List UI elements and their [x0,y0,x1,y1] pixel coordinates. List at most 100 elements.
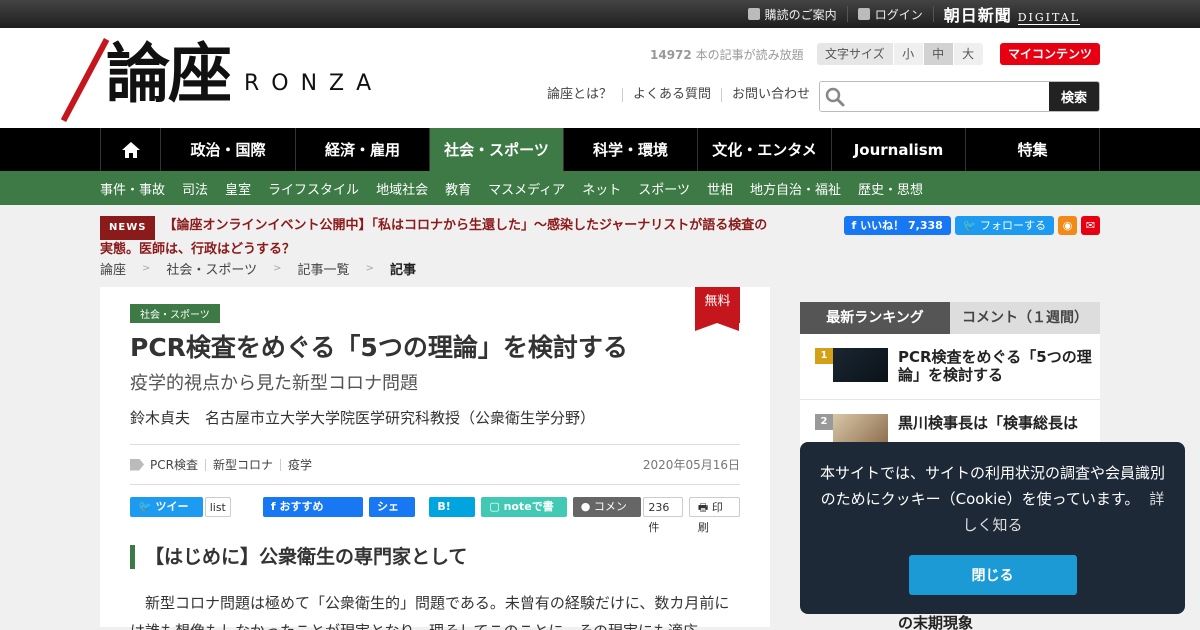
twitter-icon: 🐦 [962,219,980,232]
article-date: 2020年05月16日 [642,458,740,472]
login-link[interactable]: ログイン [848,6,934,22]
mail-icon[interactable]: ✉ [1081,216,1100,235]
nav-science[interactable]: 科学・環境 [564,128,698,171]
nav-special[interactable]: 特集 [966,128,1100,171]
twitter-icon: 🐦 [138,500,156,513]
faq-link[interactable]: よくある質問 [623,88,723,102]
nav-politics[interactable]: 政治・国際 [161,128,296,171]
facebook-like-button[interactable]: f いいね！ 7,338 [843,216,951,235]
tag-link[interactable]: PCR検査 [150,458,206,471]
ranking-title: 黒川検事長は「検事総長は [898,414,1079,432]
subscription-link[interactable]: 購読のご案内 [738,6,848,22]
nav-journalism[interactable]: Journalism [832,128,966,171]
news-bar: NEWS 【論座オンラインイベント公開中】「私はコロナから生還した」～感染したジャ… [100,205,1100,257]
read-count: 14972 本の記事が読み放題 [650,48,804,62]
facebook-share-button[interactable]: シェア [368,497,416,533]
subnav-item[interactable]: 地方自治・福祉 [750,179,841,198]
subnav-item[interactable]: 世相 [707,179,733,198]
tag-icon [130,458,144,471]
article-body: 新型コロナ問題は極めて「公衆衛生的」問題である。未曾有の経験だけに、数カ月前には… [130,594,730,630]
news-badge: NEWS [100,216,156,240]
about-link[interactable]: 論座とは？ [537,88,624,102]
font-size-small[interactable]: 小 [892,43,923,65]
chevron-right-icon: > [273,262,282,274]
home-icon [121,141,140,158]
facebook-icon: f [851,219,861,232]
facebook-recommend-button[interactable]: f おすすめ 7,011 [262,497,363,533]
category-badge[interactable]: 社会・スポーツ [130,304,220,323]
logo-slash-mark [60,38,110,123]
subnav-item[interactable]: スポーツ [638,179,690,198]
comment-count: 236件 [643,497,683,534]
subnav-item[interactable]: 司法 [182,179,208,198]
rss-icon[interactable]: ◉ [1058,216,1077,235]
article-title: PCR検査をめぐる「5つの理論」を検討する [130,333,628,362]
speech-bubble-icon: ● [580,500,594,513]
article-heading: 【はじめに】公衆衛生の専門家として [130,545,740,569]
news-headline-link[interactable]: NEWS 【論座オンラインイベント公開中】「私はコロナから生還した」～感染したジャ… [100,216,780,260]
font-size-medium[interactable]: 中 [922,43,953,65]
tag-link[interactable]: 新型コロナ [206,458,281,471]
breadcrumb-list[interactable]: 記事一覧 [298,259,350,278]
chevron-right-icon: > [365,262,374,274]
font-size-large[interactable]: 大 [952,43,983,65]
main-nav: 政治・国際 経済・雇用 社会・スポーツ 科学・環境 文化・エンタメ Journa… [0,128,1200,171]
header-links: 論座とは？ よくある質問 お問い合わせ [537,88,820,102]
rank-number: 1 [815,348,833,364]
breadcrumb-home[interactable]: 論座 [100,259,126,278]
note-button[interactable]: ▢ noteで書く [481,497,567,533]
twitter-follow-button[interactable]: 🐦 フォローする [954,216,1054,235]
subnav-item[interactable]: 地域社会 [376,179,428,198]
tweet-button[interactable]: 🐦 ツイート [130,497,203,533]
nav-economy[interactable]: 経済・雇用 [296,128,430,171]
comment-button[interactable]: ● コメント [572,497,642,533]
tag-row: PCR検査 新型コロナ 疫学 2020年05月16日 [130,445,740,485]
cookie-message: 本サイトでは、サイトの利用状況の調査や会員識別のためにクッキー（Cookie）を… [820,464,1166,508]
cookie-close-button[interactable]: 閉じる [908,555,1077,595]
subnav-item[interactable]: ライフスタイル [268,179,359,198]
tab-latest-ranking[interactable]: 最新ランキング [800,302,950,334]
rank-number: 2 [815,414,833,430]
ranking-tabs: 最新ランキング コメント（１週間） [800,302,1100,334]
hatena-bookmark-button[interactable]: B! 67 [429,497,476,533]
ranking-item[interactable]: 1 PCR検査をめぐる「5つの理論」を検討する [800,334,1100,400]
free-badge: 無料 [695,287,740,331]
twitter-list-button[interactable]: list [204,497,231,517]
search-button[interactable]: 検索 [1049,82,1099,111]
social-follow: f いいね！ 7,338 🐦 フォローする ◉ ✉ [843,216,1100,235]
note-icon: ▢ [489,500,504,513]
nav-society-sports[interactable]: 社会・スポーツ [430,128,564,171]
subnav-item[interactable]: 事件・事故 [100,179,165,198]
cookie-banner: 本サイトでは、サイトの利用状況の調査や会員識別のためにクッキー（Cookie）を… [800,442,1185,614]
tag-link[interactable]: 疫学 [281,459,319,471]
breadcrumb-category[interactable]: 社会・スポーツ [166,259,257,278]
printer-icon: 🖶 [697,501,712,514]
breadcrumb-current: 記事 [389,262,416,278]
article-author: 鈴木貞夫 名古屋市立大学大学院医学研究科教授（公衆衛生学分野） [130,407,740,445]
home-nav-button[interactable] [101,128,161,171]
search-box: 検索 [819,81,1100,112]
ranking-title-partial[interactable]: の末期現象 [898,612,973,630]
asahi-digital-logo[interactable]: 朝日新聞 DIGITAL [934,2,1100,26]
sub-nav: 事件・事故 司法 皇室 ライフスタイル 地域社会 教育 マスメディア ネット ス… [0,171,1200,205]
subnav-item[interactable]: マスメディア [488,179,565,198]
subnav-item[interactable]: 皇室 [225,179,251,198]
nav-culture[interactable]: 文化・エンタメ [698,128,832,171]
site-header: 論座 RONZA 14972 本の記事が読み放題 文字サイズ 小 中 大 マイコ… [0,28,1200,128]
edit-icon [747,8,760,20]
lock-icon [857,8,870,20]
ronza-logo[interactable]: 論座 RONZA [60,36,383,123]
ranking-thumbnail [833,348,888,382]
contact-link[interactable]: お問い合わせ [722,88,820,102]
font-size-control: 文字サイズ 小 中 大 [817,43,983,65]
subnav-item[interactable]: ネット [582,179,621,198]
top-bar: 購読のご案内 ログイン 朝日新聞 DIGITAL [0,0,1200,28]
print-button[interactable]: 🖶 印刷 [688,497,740,534]
subnav-item[interactable]: 歴史・思想 [858,179,923,198]
tab-comments-week[interactable]: コメント（１週間） [950,302,1100,334]
search-input[interactable] [850,82,1049,111]
ranking-title: PCR検査をめぐる「5つの理論」を検討する [898,348,1092,384]
article: 無料 社会・スポーツ PCR検査をめぐる「5つの理論」を検討する 疫学的視点から… [100,287,770,630]
my-contents-button[interactable]: マイコンテンツ [1000,43,1100,65]
subnav-item[interactable]: 教育 [445,179,471,198]
